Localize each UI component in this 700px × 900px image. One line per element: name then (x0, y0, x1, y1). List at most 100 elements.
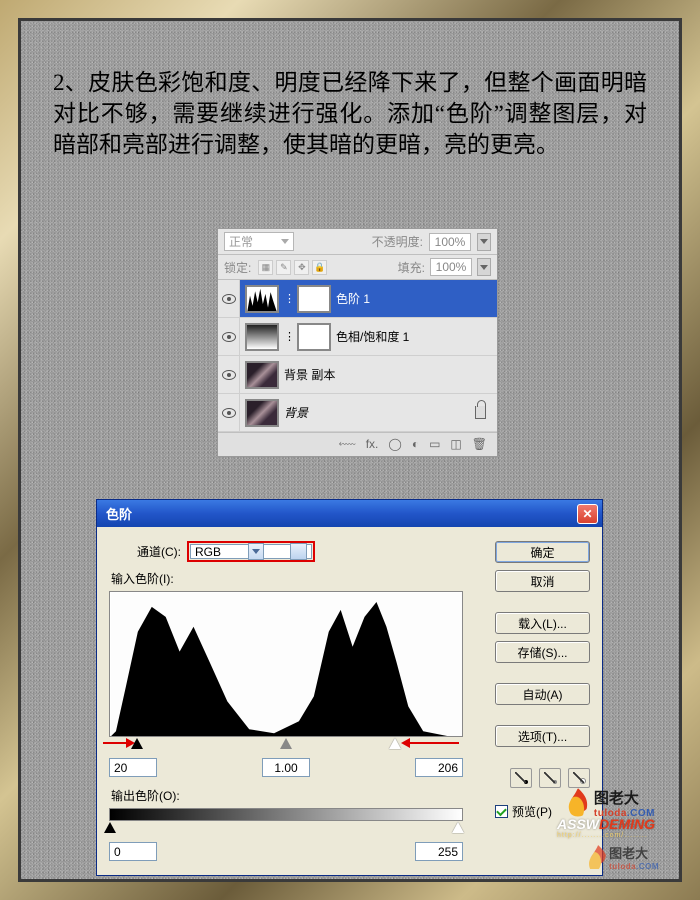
eyedropper-white-icon[interactable] (568, 768, 590, 788)
lock-icon (475, 406, 486, 419)
visibility-toggle[interactable] (218, 280, 240, 317)
ok-button[interactable]: 确定 (495, 541, 590, 563)
chevron-down-icon (248, 543, 264, 560)
spacer (495, 670, 590, 676)
link-icon: ⋮ (284, 330, 292, 343)
lock-all-icon[interactable]: 🔒 (312, 260, 327, 275)
channel-select[interactable]: RGB (190, 544, 312, 559)
input-black-field[interactable]: 20 (109, 758, 157, 777)
close-button[interactable]: ✕ (577, 504, 598, 524)
input-gamma-field[interactable]: 1.00 (262, 758, 310, 777)
output-levels-label: 输出色阶(O): (111, 787, 485, 804)
options-button[interactable]: 选项(T)... (495, 725, 590, 747)
output-black-field[interactable]: 0 (109, 842, 157, 861)
layers-panel-header2: 锁定: ▦ ✎ ✥ 🔒 填充: 100% (218, 255, 497, 280)
eye-icon (222, 332, 236, 342)
fill-flyout-icon[interactable] (477, 258, 491, 276)
input-slider-track[interactable] (109, 738, 463, 752)
huesat-thumb-icon (245, 323, 279, 351)
watermark-sub: http://........com/........ (557, 832, 655, 839)
eye-icon (222, 408, 236, 418)
dialog-body: 通道(C): RGB 输入色阶(I): (97, 527, 602, 875)
watermark-cn-2: 图老大 (609, 843, 659, 862)
output-values-row: 0 255 (109, 842, 463, 861)
flame-icon (566, 788, 590, 818)
dialog-titlebar[interactable]: 色阶 ✕ (97, 500, 602, 527)
output-white-slider[interactable] (452, 822, 464, 833)
image-thumb-icon (245, 361, 279, 389)
page-frame: 2、皮肤色彩饱和度、明度已经降下来了，但整个画面明暗对比不够，需要继续进行强化。… (0, 0, 700, 900)
layer-row-huesat[interactable]: ⋮ 色相/饱和度 1 (218, 318, 497, 356)
fill-field[interactable]: 100% (430, 258, 472, 276)
folder-icon[interactable]: ▭ (429, 437, 440, 452)
opacity-label: 不透明度: (372, 233, 423, 250)
black-point-slider[interactable] (131, 738, 143, 749)
opacity-field[interactable]: 100% (429, 233, 471, 251)
blend-mode-select[interactable]: 正常 (224, 232, 294, 251)
image-thumb-icon (245, 399, 279, 427)
watermark-en-2: tuloda.COM (609, 862, 659, 871)
blend-mode-value: 正常 (229, 233, 253, 250)
histogram[interactable] (109, 591, 463, 737)
layer-name: 色阶 1 (336, 290, 492, 307)
spacer (495, 599, 590, 605)
layer-name: 色相/饱和度 1 (336, 328, 492, 345)
layer-row-bgcopy[interactable]: 背景 副本 (218, 356, 497, 394)
lock-pixels-icon[interactable]: ✎ (276, 260, 291, 275)
flame-icon (586, 845, 606, 869)
annotation-arrow-right (409, 742, 459, 744)
dialog-title: 色阶 (106, 504, 577, 523)
channel-label: 通道(C): (137, 543, 181, 560)
lock-transparency-icon[interactable]: ▦ (258, 260, 273, 275)
eyedropper-black-icon[interactable] (510, 768, 532, 788)
link-icon: ⋮ (284, 292, 292, 305)
lock-position-icon[interactable]: ✥ (294, 260, 309, 275)
annotation-arrow-left (103, 742, 127, 744)
visibility-toggle[interactable] (218, 356, 240, 393)
checkbox-checked-icon[interactable] (495, 805, 508, 818)
adjustment-icon[interactable]: ◐ (412, 437, 419, 452)
new-layer-icon[interactable]: ◫ (450, 437, 461, 452)
levels-thumb-icon (245, 285, 279, 313)
content-area: 2、皮肤色彩饱和度、明度已经降下来了，但整个画面明暗对比不够，需要继续进行强化。… (21, 21, 679, 160)
watermark-assw: ASSWDEMING http://........com/........ (557, 816, 655, 839)
channel-value: RGB (195, 545, 221, 559)
output-white-field[interactable]: 255 (415, 842, 463, 861)
input-levels-label: 输入色阶(I): (111, 570, 485, 587)
layer-row-bg[interactable]: 背景 (218, 394, 497, 432)
mask-thumb-icon (297, 285, 331, 313)
auto-button[interactable]: 自动(A) (495, 683, 590, 705)
trash-icon[interactable]: 🗑 (472, 437, 487, 452)
input-values-row: 20 1.00 206 (109, 758, 463, 777)
input-white-field[interactable]: 206 (415, 758, 463, 777)
layers-panel-header1: 正常 不透明度: 100% (218, 229, 497, 255)
gamma-slider[interactable] (280, 738, 292, 749)
layer-name: 背景 副本 (284, 366, 492, 383)
white-point-slider[interactable] (389, 738, 401, 749)
lock-icons-group: ▦ ✎ ✥ 🔒 (258, 260, 327, 275)
output-gradient[interactable] (109, 808, 463, 821)
output-slider-track[interactable] (109, 822, 463, 836)
load-button[interactable]: 载入(L)... (495, 612, 590, 634)
channel-select-highlight: RGB (187, 541, 315, 562)
output-black-slider[interactable] (104, 822, 116, 833)
visibility-toggle[interactable] (218, 394, 240, 431)
mask-thumb-icon (297, 323, 331, 351)
fx-icon[interactable]: fx. (366, 437, 379, 452)
lock-label: 锁定: (224, 259, 251, 276)
spacer (495, 712, 590, 718)
cancel-button[interactable]: 取消 (495, 570, 590, 592)
mask-icon[interactable]: ◯ (388, 437, 401, 452)
link-layers-icon[interactable]: ⬳ (339, 437, 356, 452)
eyedropper-group (495, 768, 590, 788)
layer-list: ⋮ 色阶 1 ⋮ 色相/饱和度 1 (218, 280, 497, 432)
channel-row: 通道(C): RGB (109, 541, 485, 562)
opacity-flyout-icon[interactable] (477, 233, 491, 251)
instruction-text: 2、皮肤色彩饱和度、明度已经降下来了，但整个画面明暗对比不够，需要继续进行强化。… (53, 67, 647, 160)
layer-row-levels[interactable]: ⋮ 色阶 1 (218, 280, 497, 318)
preview-label: 预览(P) (512, 803, 552, 820)
eyedropper-gray-icon[interactable] (539, 768, 561, 788)
fill-label: 填充: (398, 259, 425, 276)
save-button[interactable]: 存储(S)... (495, 641, 590, 663)
visibility-toggle[interactable] (218, 318, 240, 355)
